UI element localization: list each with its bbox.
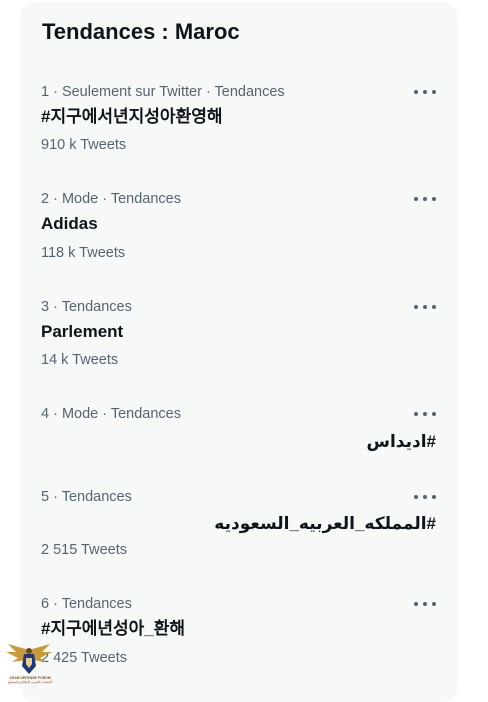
more-horizontal-icon[interactable] [414,595,436,613]
more-horizontal-icon[interactable] [414,190,436,208]
trend-meta: 2 · Mode · Tendances [41,191,181,207]
more-horizontal-icon[interactable] [414,405,436,423]
more-horizontal-icon[interactable] [414,488,436,506]
trend-item-3[interactable]: 3 · Tendances Parlement 14 k Tweets [20,298,458,374]
trend-tweet-count: 118 k Tweets [41,245,126,261]
trend-name[interactable]: #지구에서년지성아환영해 [41,105,223,129]
trend-item-4[interactable]: 4 · Mode · Tendances #اديداس [20,405,458,455]
trend-item-2[interactable]: 2 · Mode · Tendances Adidas 118 k Tweets [20,190,458,266]
trend-name[interactable]: Adidas [41,212,98,236]
trend-tweet-count: 910 k Tweets [41,137,127,153]
trends-panel: Tendances : Maroc 1 · Seulement sur Twit… [20,2,458,702]
trend-meta: 3 · Tendances [41,299,132,315]
trend-name[interactable]: #اديداس [367,430,437,454]
more-horizontal-icon[interactable] [414,298,436,316]
more-horizontal-icon[interactable] [414,83,436,101]
trend-meta: 5 · Tendances [41,489,132,505]
watermark-logo: ARAB DEFENSE FORUM المنتدى العربي للدفاع… [2,640,56,684]
trend-meta: 6 · Tendances [41,596,132,612]
trend-item-6[interactable]: 6 · Tendances #지구에년성아_환해 2 425 Tweets [20,595,458,671]
eagle-emblem-icon [6,644,52,674]
watermark-subtitle: المنتدى العربي للدفاع والتسليح [7,680,53,684]
trend-name[interactable]: #지구에년성아_환해 [41,617,185,641]
trend-meta: 1 · Seulement sur Twitter · Tendances [41,84,285,100]
trend-tweet-count: 14 k Tweets [41,352,119,368]
trend-name[interactable]: Parlement [41,320,123,344]
trend-name[interactable]: #المملكه_العربيه_السعوديه [214,512,436,536]
trend-item-1[interactable]: 1 · Seulement sur Twitter · Tendances #지… [20,83,458,159]
trend-meta: 4 · Mode · Tendances [41,406,181,422]
trend-item-5[interactable]: 5 · Tendances #المملكه_العربيه_السعوديه … [20,488,458,564]
panel-title: Tendances : Maroc [42,19,240,44]
trend-tweet-count: 2 515 Tweets [41,542,127,558]
